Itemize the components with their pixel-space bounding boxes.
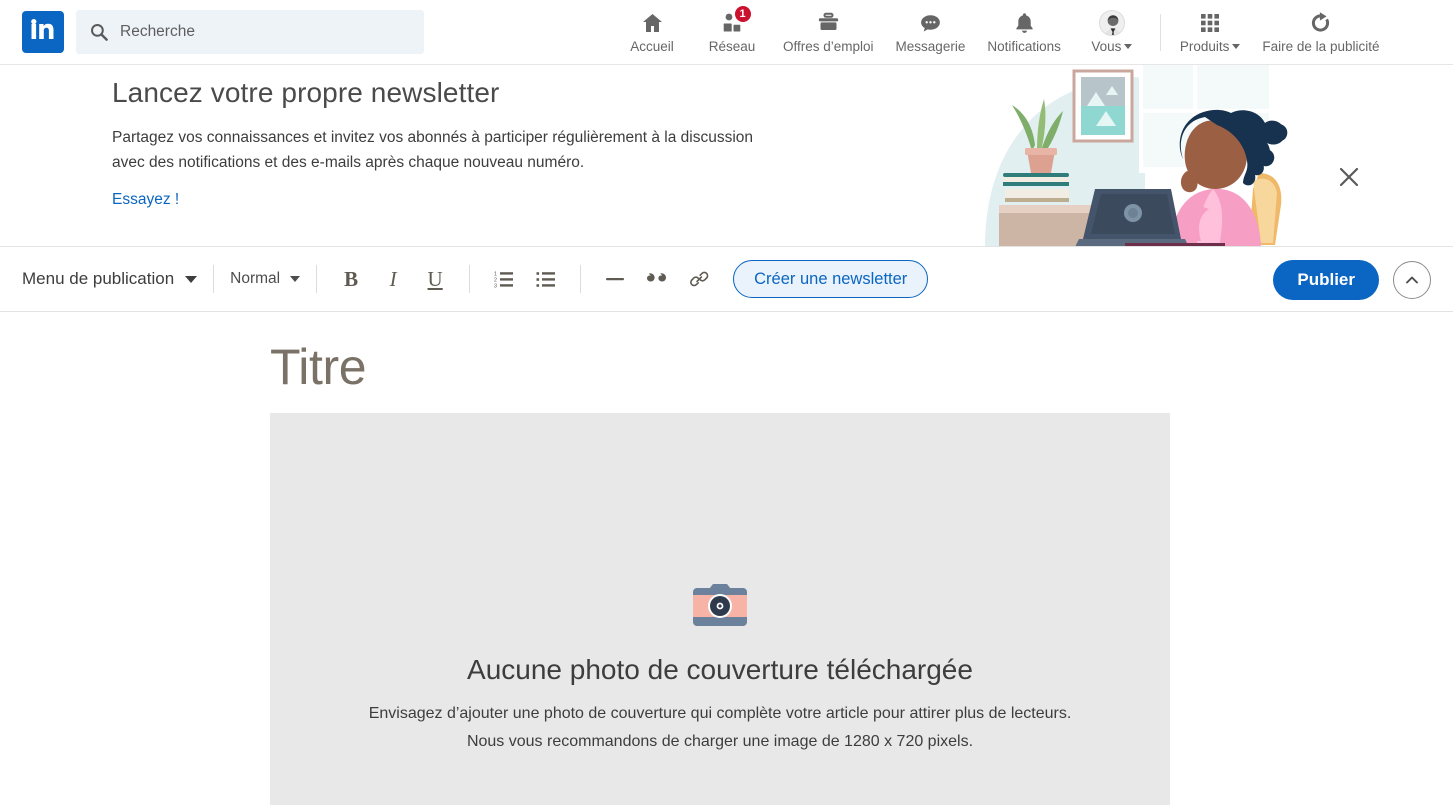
search-box[interactable] xyxy=(76,10,424,54)
nav-label-offres-emploi: Offres d’emploi xyxy=(783,39,874,54)
primary-nav-items: Accueil 1 Réseau Offres d’emploi Message… xyxy=(612,0,1390,65)
publish-button[interactable]: Publier xyxy=(1273,259,1379,300)
nav-label-produits: Produits xyxy=(1180,39,1241,55)
svg-text:3: 3 xyxy=(494,284,497,288)
article-editor-body: Titre Aucune photo de couverture télécha… xyxy=(0,312,1453,805)
nav-label-produits-text: Produits xyxy=(1179,39,1230,54)
camera-icon xyxy=(691,582,749,630)
svg-text:1: 1 xyxy=(494,272,497,278)
promo-try-link[interactable]: Essayez ! xyxy=(112,191,179,209)
nav-item-accueil[interactable]: Accueil xyxy=(612,0,692,65)
chevron-down-icon xyxy=(1124,44,1133,49)
nav-label-reseau: Réseau xyxy=(708,39,756,54)
nav-item-vous[interactable]: Vous xyxy=(1072,0,1152,65)
text-style-label: Normal xyxy=(230,270,281,287)
toolbar-divider xyxy=(316,265,318,293)
cover-photo-description: Envisagez d’ajouter une photo de couvert… xyxy=(270,700,1170,756)
nav-item-notifications[interactable]: Notifications xyxy=(976,0,1072,65)
nav-label-faire-de-la-publicite: Faire de la publicité xyxy=(1262,39,1380,54)
publish-menu-dropdown[interactable]: Menu de publication xyxy=(22,269,198,289)
chevron-down-icon xyxy=(185,275,198,283)
nav-divider xyxy=(1159,14,1161,51)
network-icon: 1 xyxy=(720,5,752,36)
editor-toolbar: Menu de publication Normal B I U 1 2 3 C… xyxy=(0,247,1453,312)
advertise-icon xyxy=(1308,10,1333,36)
chevron-down-icon xyxy=(290,276,301,282)
ordered-list-button[interactable]: 1 2 3 xyxy=(486,261,522,297)
bold-button[interactable]: B xyxy=(333,261,369,297)
cover-photo-heading: Aucune photo de couverture téléchargée xyxy=(467,654,973,685)
toolbar-divider xyxy=(580,265,582,293)
cover-photo-dropzone[interactable]: Aucune photo de couverture téléchargée E… xyxy=(270,413,1170,805)
promo-text-block: Lancez votre propre newsletter Partagez … xyxy=(112,75,772,209)
nav-label-accueil: Accueil xyxy=(630,39,674,54)
horizontal-rule-button[interactable] xyxy=(597,261,633,297)
nav-label-vous-text: Vous xyxy=(1091,39,1122,54)
italic-button[interactable]: I xyxy=(375,261,411,297)
create-newsletter-button[interactable]: Créer une newsletter xyxy=(733,260,929,298)
bullet-list-button[interactable] xyxy=(528,261,564,297)
home-icon xyxy=(640,10,665,36)
nav-item-reseau[interactable]: 1 Réseau xyxy=(692,0,772,65)
search-input[interactable] xyxy=(120,10,414,54)
nav-item-messagerie[interactable]: Messagerie xyxy=(885,0,977,65)
nav-item-faire-de-la-publicite[interactable]: Faire de la publicité xyxy=(1251,0,1390,65)
toolbar-divider xyxy=(213,265,215,293)
avatar-icon xyxy=(1098,10,1125,36)
cover-photo-empty-state: Aucune photo de couverture téléchargée E… xyxy=(270,413,1170,756)
blockquote-icon xyxy=(647,270,667,288)
text-style-dropdown[interactable]: Normal xyxy=(230,270,301,288)
link-button[interactable] xyxy=(681,261,717,297)
newsletter-promo-banner: Lancez votre propre newsletter Partagez … xyxy=(0,65,1453,247)
nav-item-offres-emploi[interactable]: Offres d’emploi xyxy=(772,0,885,65)
nav-label-vous: Vous xyxy=(1091,39,1133,55)
close-icon xyxy=(1339,167,1359,187)
search-icon xyxy=(90,23,108,41)
chevron-up-icon xyxy=(1406,276,1418,283)
nav-label-messagerie: Messagerie xyxy=(895,39,966,54)
collapse-toolbar-button[interactable] xyxy=(1393,260,1431,299)
bullet-list-icon xyxy=(536,270,556,288)
linkedin-logo[interactable] xyxy=(22,11,64,53)
ordered-list-icon: 1 2 3 xyxy=(494,270,514,288)
article-title-input[interactable]: Titre xyxy=(270,338,367,396)
promo-description: Partagez vos connaissances et invitez vo… xyxy=(112,129,754,171)
message-icon xyxy=(918,10,943,36)
nav-item-produits[interactable]: Produits xyxy=(1169,0,1252,65)
blockquote-button[interactable] xyxy=(639,261,675,297)
link-icon xyxy=(689,269,709,289)
grid-icon xyxy=(1198,10,1222,36)
toolbar-right-actions: Publier xyxy=(1273,247,1431,312)
promo-title: Lancez votre propre newsletter xyxy=(112,77,500,108)
cover-photo-description-line1: Envisagez d’ajouter une photo de couvert… xyxy=(368,705,1072,722)
horizontal-rule-icon xyxy=(604,270,626,288)
toolbar-divider xyxy=(469,265,471,293)
avatar xyxy=(1098,10,1125,36)
top-navigation-bar: Accueil 1 Réseau Offres d’em xyxy=(0,0,1453,65)
underline-button[interactable]: U xyxy=(417,261,453,297)
nav-label-notifications: Notifications xyxy=(987,39,1061,54)
publish-menu-label: Menu de publication xyxy=(22,269,175,288)
briefcase-icon xyxy=(816,10,841,36)
network-badge-count: 1 xyxy=(733,5,752,23)
chevron-down-icon xyxy=(1232,44,1241,49)
close-promo-button[interactable] xyxy=(1329,157,1369,197)
woman-at-laptop-illustration xyxy=(975,65,1305,246)
bell-icon xyxy=(1012,10,1037,36)
cover-photo-description-line2: Nous vous recommandons de charger une im… xyxy=(466,733,974,750)
